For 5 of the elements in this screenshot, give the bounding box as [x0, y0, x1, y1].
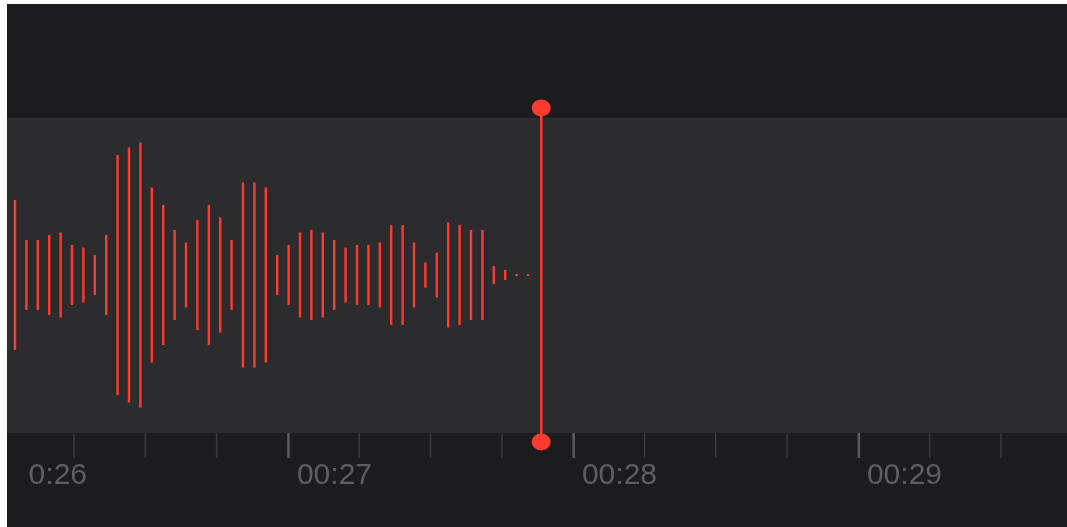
time-label: 00:28	[581, 459, 657, 489]
time-label: 0:26	[28, 459, 87, 489]
time-label: 00:27	[296, 459, 372, 489]
playhead-drawing[interactable]	[531, 98, 551, 452]
time-label: 00:29	[866, 459, 942, 489]
